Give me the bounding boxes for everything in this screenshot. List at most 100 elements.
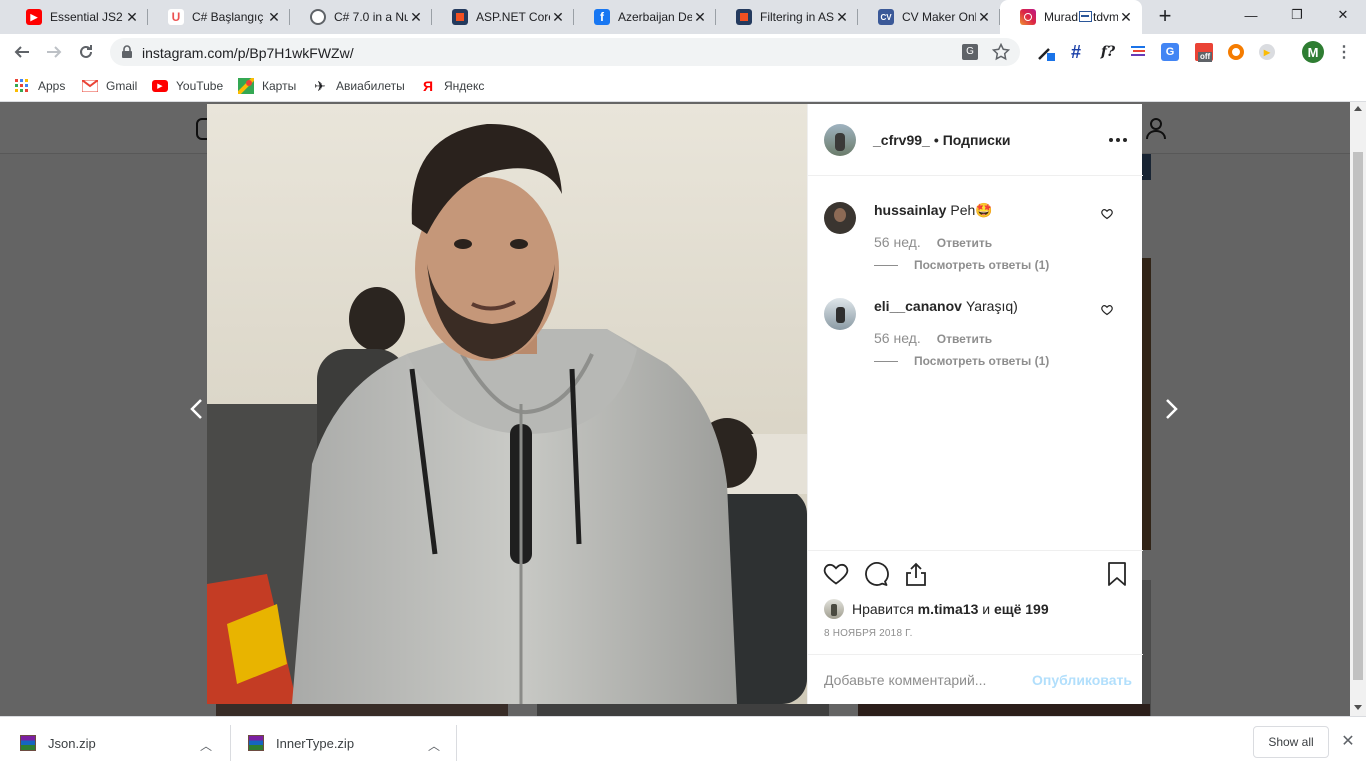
close-icon[interactable]: ✕ — [976, 9, 992, 25]
liker-username[interactable]: m.tima13 — [918, 601, 979, 617]
translate-icon: G — [1161, 43, 1179, 61]
commenter-avatar[interactable] — [824, 298, 856, 330]
bookmark-maps[interactable]: Карты — [238, 77, 296, 95]
yandex-icon: Я — [422, 78, 434, 94]
bookmark-label: YouTube — [176, 79, 224, 93]
close-icon[interactable]: ✕ — [266, 9, 282, 25]
profile-avatar[interactable]: M — [1302, 41, 1324, 63]
menu-kebab-icon[interactable]: ⋮ — [1334, 42, 1354, 62]
plane-icon: ✈ — [314, 77, 326, 94]
tab-title: Azerbaijan Dev — [618, 10, 692, 24]
more-options-icon[interactable] — [1108, 130, 1128, 150]
tab-essential-js2[interactable]: ▶ Essential JS2 G ✕ — [6, 0, 148, 34]
instagram-icon — [1020, 9, 1036, 25]
new-tab-button[interactable]: + — [1154, 5, 1176, 28]
comment-time[interactable]: 56 нед. — [874, 234, 921, 250]
forward-button[interactable] — [40, 38, 68, 66]
reply-button[interactable]: Ответить — [937, 236, 992, 250]
lines-extension-icon[interactable] — [1128, 42, 1148, 62]
google-translate-extension-icon[interactable]: G — [1160, 42, 1180, 62]
view-replies-label: Посмотреть ответы (1) — [914, 258, 1050, 272]
close-icon[interactable]: ✕ — [124, 9, 140, 25]
youtube-icon: ▶ — [152, 78, 168, 94]
address-bar[interactable]: instagram.com/p/Bp7H1wkFWZw/ G — [110, 38, 1020, 66]
heart-icon[interactable] — [1101, 208, 1113, 220]
show-all-button[interactable]: Show all — [1253, 726, 1329, 758]
scrollbar-thumb[interactable] — [1353, 152, 1363, 680]
bookmark-aviabilety[interactable]: ✈ Авиабилеты — [312, 77, 405, 95]
back-button[interactable] — [8, 38, 36, 66]
close-icon[interactable]: ✕ — [834, 9, 850, 25]
media-extension-icon[interactable]: ▶ — [1257, 42, 1277, 62]
likes-and: и — [982, 601, 991, 617]
bookmark-save-icon[interactable] — [1104, 561, 1130, 587]
download-item[interactable]: InnerType.zip ︿ — [232, 717, 456, 768]
publish-button[interactable]: Опубликовать — [1032, 672, 1132, 688]
close-shelf-icon[interactable]: ✕ — [1338, 731, 1358, 751]
view-replies-button[interactable]: Посмотреть ответы (1) — [874, 354, 1049, 368]
following-button[interactable]: Подписки — [943, 132, 1011, 148]
eyedropper-extension-icon[interactable] — [1036, 42, 1056, 62]
close-icon[interactable]: ✕ — [550, 9, 566, 25]
close-icon[interactable]: ✕ — [1118, 9, 1134, 25]
tab-csharp-baslangic[interactable]: U C# Başlangıç v ✕ — [148, 0, 290, 34]
tab-strip: ▶ Essential JS2 G ✕ U C# Başlangıç v ✕ C… — [0, 0, 1366, 34]
tab-title: CV Maker Onli — [902, 10, 976, 24]
scroll-up-arrow-icon[interactable] — [1354, 106, 1362, 111]
tab-azerbaijan-dev[interactable]: f Azerbaijan Dev ✕ — [574, 0, 716, 34]
chevron-left-icon[interactable] — [186, 398, 208, 420]
comment-item: hussainlay Peh🤩 56 нед. Ответить Посмотре… — [808, 202, 1143, 292]
translate-icon[interactable]: G — [962, 44, 978, 60]
tab-csharp-nutshell[interactable]: C# 7.0 in a Nu ✕ — [290, 0, 432, 34]
tab-aspnet-core[interactable]: ASP.NET Core ✕ — [432, 0, 574, 34]
comment-bubble-icon[interactable] — [863, 561, 889, 587]
share-icon[interactable] — [903, 561, 929, 587]
comment-input[interactable] — [824, 670, 1024, 690]
reload-button[interactable] — [72, 38, 100, 66]
star-icon[interactable] — [992, 43, 1010, 61]
eyedropper-icon — [1038, 48, 1055, 61]
likes-more-button[interactable]: ещё 199 — [994, 601, 1049, 617]
scroll-down-arrow-icon[interactable] — [1354, 705, 1362, 710]
chevron-up-icon[interactable]: ︿ — [200, 737, 212, 754]
reply-button[interactable]: Ответить — [937, 332, 992, 346]
download-item[interactable]: Json.zip ︿ — [4, 717, 224, 768]
close-icon[interactable]: ✕ — [692, 9, 708, 25]
author-avatar[interactable] — [824, 124, 856, 156]
post-date[interactable]: 8 НОЯБРЯ 2018 Г. — [824, 628, 913, 639]
bookmark-youtube[interactable]: ▶ YouTube — [152, 77, 223, 95]
chevron-right-icon[interactable] — [1160, 398, 1182, 420]
page-scrollbar[interactable] — [1350, 102, 1366, 716]
comment-username[interactable]: eli__cananov — [874, 298, 962, 314]
view-replies-button[interactable]: Посмотреть ответы (1) — [874, 258, 1049, 272]
comment-time[interactable]: 56 нед. — [874, 330, 921, 346]
comment-username[interactable]: hussainlay — [874, 202, 946, 218]
tab-cv-maker[interactable]: CV CV Maker Onli ✕ — [858, 0, 1000, 34]
close-icon[interactable]: ✕ — [408, 9, 424, 25]
author-username[interactable]: _cfrv99_ — [873, 132, 930, 148]
download-filename: InnerType.zip — [276, 735, 355, 751]
restore-button[interactable]: ❐ — [1274, 0, 1320, 30]
lifebuoy-extension-icon[interactable] — [1226, 42, 1246, 62]
tab-filtering-aspnet[interactable]: Filtering in ASP ✕ — [716, 0, 858, 34]
like-heart-icon[interactable] — [823, 561, 849, 587]
bookmark-gmail[interactable]: Gmail — [82, 77, 137, 95]
off-extension-icon[interactable]: off — [1194, 42, 1214, 62]
tab-title: Murad tdvm — [1044, 10, 1118, 24]
liker-avatar[interactable] — [824, 599, 844, 619]
font-finder-extension-icon[interactable]: f? — [1096, 42, 1120, 62]
avatar-face — [834, 208, 846, 222]
tab-title: ASP.NET Core — [476, 10, 550, 24]
close-window-button[interactable]: ✕ — [1320, 0, 1366, 30]
heart-icon[interactable] — [1101, 304, 1113, 316]
bookmark-apps[interactable]: Apps — [14, 77, 65, 95]
crop-extension-icon[interactable]: # — [1066, 42, 1086, 62]
facebook-icon: f — [594, 9, 610, 25]
commenter-avatar[interactable] — [824, 202, 856, 234]
post-photo[interactable] — [207, 104, 807, 704]
tab-instagram-active[interactable]: Murad tdvm ✕ — [1000, 0, 1142, 34]
person-photo-image — [207, 104, 807, 704]
chevron-up-icon[interactable]: ︿ — [428, 737, 440, 754]
minimize-button[interactable]: — — [1228, 0, 1274, 30]
bookmark-yandex[interactable]: Я Яндекс — [420, 77, 484, 95]
